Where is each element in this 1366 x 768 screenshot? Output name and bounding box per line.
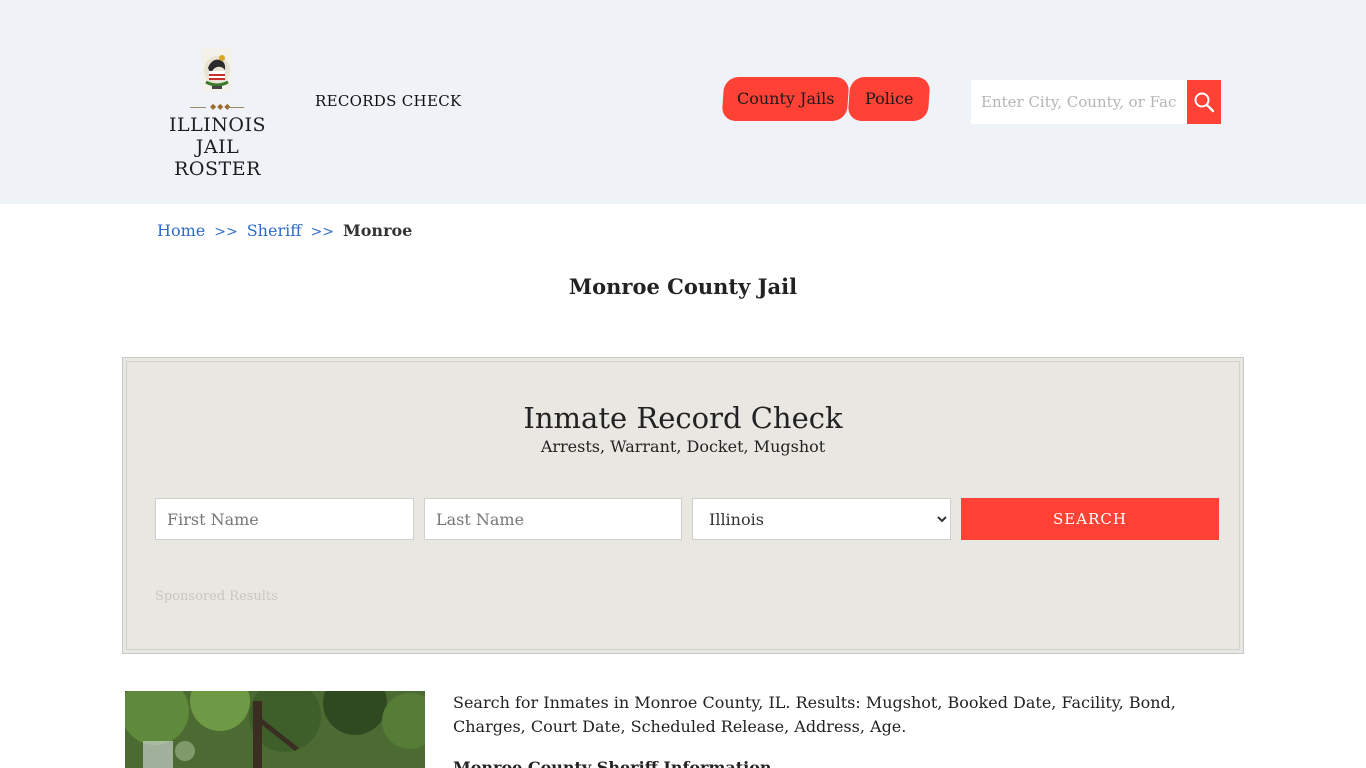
sheriff-info-heading: Monroe County Sheriff Information xyxy=(453,758,772,768)
site-logo[interactable]: ◆◆◆ ILLINOIS JAIL ROSTER xyxy=(150,44,285,180)
nav-police-label: Police xyxy=(864,89,914,108)
breadcrumb-separator: >> xyxy=(214,224,238,240)
records-check-link[interactable]: RECORDS CHECK xyxy=(315,92,461,110)
facility-search-button[interactable] xyxy=(1187,80,1221,124)
facility-search-input[interactable] xyxy=(971,80,1187,124)
logo-divider xyxy=(228,107,244,108)
tree-photo-image xyxy=(125,691,425,768)
search-icon xyxy=(1194,92,1215,113)
state-seal-icon xyxy=(202,48,232,92)
record-check-title: Inmate Record Check xyxy=(523,401,843,435)
state-select[interactable]: Illinois xyxy=(692,498,951,540)
sponsored-results-label: Sponsored Results xyxy=(155,589,278,604)
panel-inner-border: Inmate Record Check Arrests, Warrant, Do… xyxy=(126,361,1240,650)
logo-line-1: ILLINOIS xyxy=(169,114,266,136)
breadcrumb-sheriff[interactable]: Sheriff xyxy=(247,221,302,240)
last-name-input[interactable] xyxy=(424,498,682,540)
record-check-subtitle: Arrests, Warrant, Docket, Mugshot xyxy=(540,437,826,456)
breadcrumb-home[interactable]: Home xyxy=(157,221,205,240)
logo-divider xyxy=(190,107,206,108)
breadcrumb: Home >> Sheriff >> Monroe xyxy=(157,221,412,240)
site-header: ◆◆◆ ILLINOIS JAIL ROSTER RECORDS CHECK C… xyxy=(0,0,1366,204)
inmate-record-check-panel: Inmate Record Check Arrests, Warrant, Do… xyxy=(122,357,1244,654)
page-title: Monroe County Jail xyxy=(568,274,798,299)
header-search xyxy=(971,80,1221,124)
jail-photo xyxy=(125,691,425,768)
breadcrumb-separator: >> xyxy=(310,224,335,240)
logo-wordmark: ILLINOIS JAIL ROSTER xyxy=(150,114,285,180)
nav-police-button[interactable]: Police xyxy=(847,77,931,121)
intro-text: Search for Inmates in Monroe County, IL.… xyxy=(453,693,1176,736)
record-search-button[interactable]: SEARCH xyxy=(961,498,1219,540)
breadcrumb-current: Monroe xyxy=(343,221,413,240)
nav-county-jails-label: County Jails xyxy=(736,89,835,108)
first-name-input[interactable] xyxy=(155,498,414,540)
logo-line-2: JAIL ROSTER xyxy=(174,136,261,180)
nav-county-jails-button[interactable]: County Jails xyxy=(721,77,850,121)
